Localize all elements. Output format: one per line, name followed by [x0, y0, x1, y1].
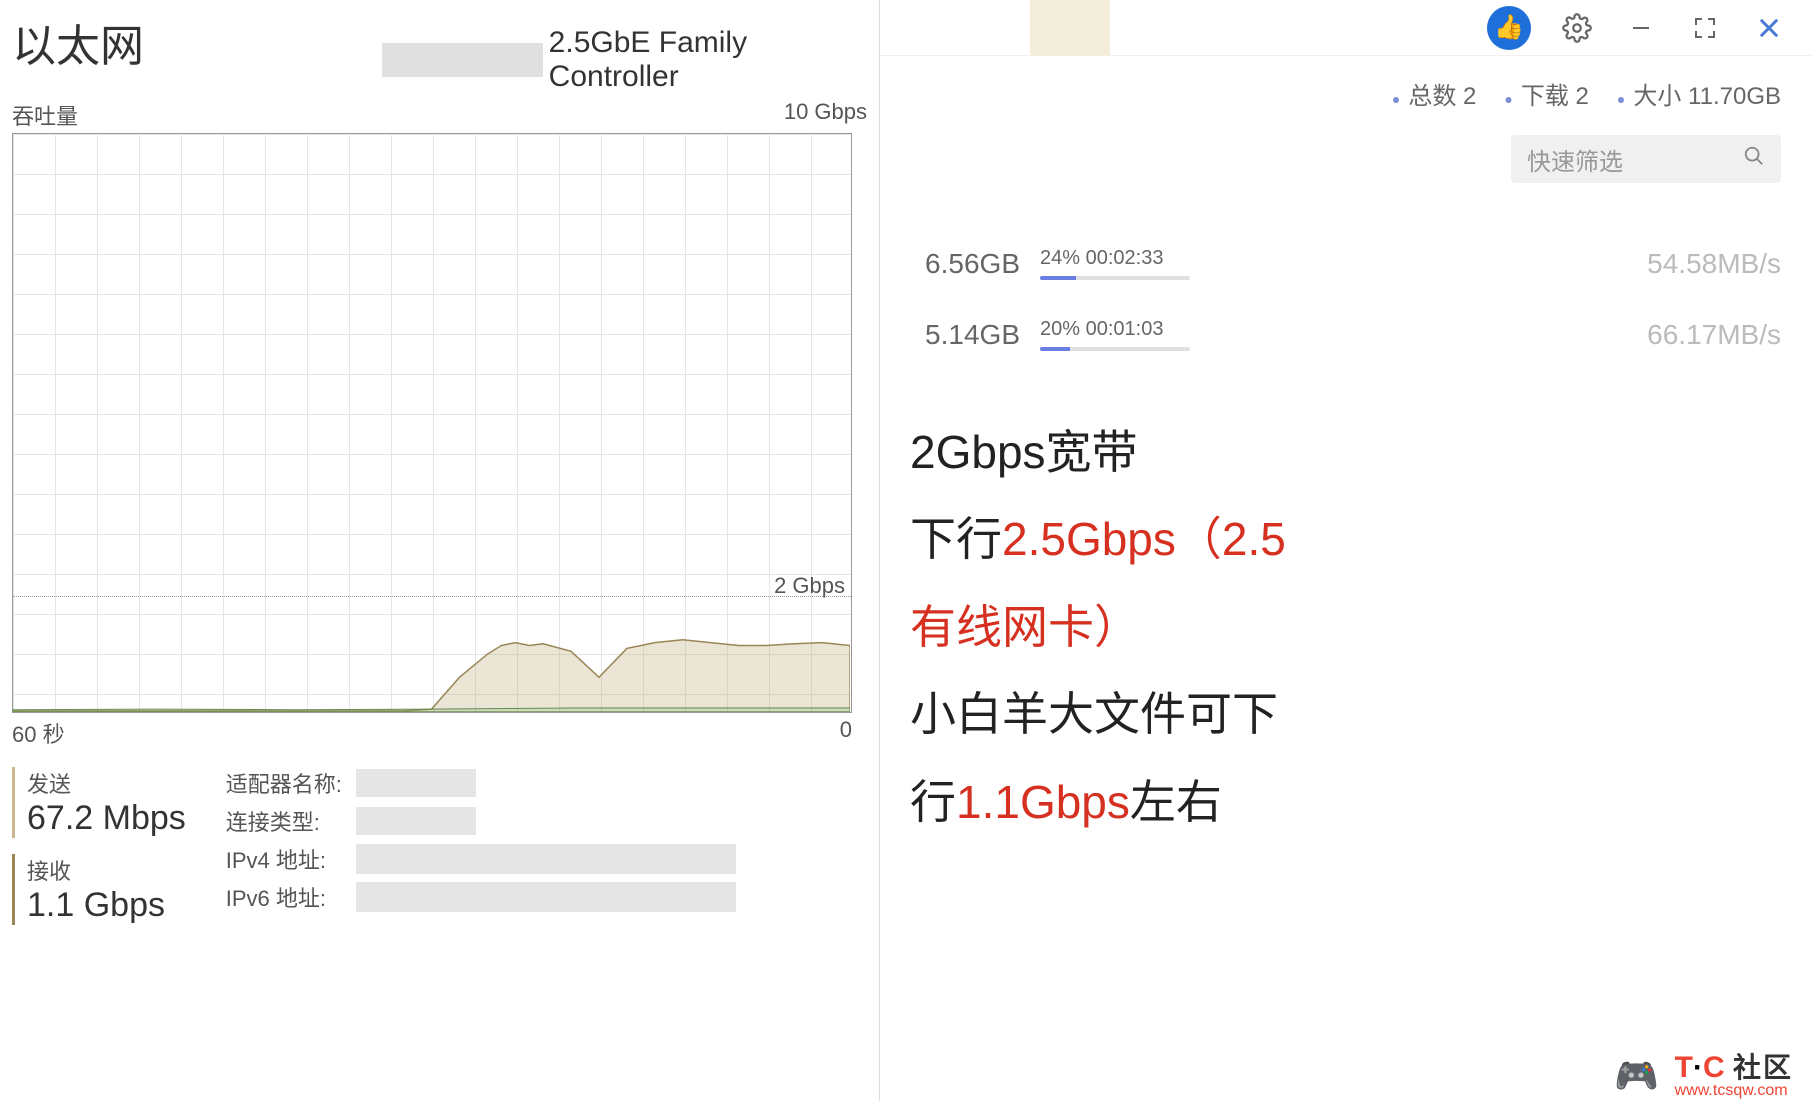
download-panel: 👍 总数 2 [880, 0, 1811, 1101]
chart-marker-line [13, 596, 851, 597]
tab-placeholder[interactable] [1030, 0, 1110, 56]
recv-stat: 接收 1.1 Gbps [12, 854, 186, 925]
download-progress: 20% 00:01:03 [1040, 318, 1190, 351]
annotation-text: 2Gbps宽带 下行2.5Gbps（2.5 有线网卡） 小白羊大文件可下 行1.… [880, 399, 1811, 856]
time-end: 0 [840, 717, 852, 749]
summary-row: 总数 2 下载 2 大小 11.70GB [880, 56, 1811, 121]
minimize-button[interactable] [1623, 10, 1659, 46]
recv-value: 1.1 Gbps [27, 886, 186, 925]
send-label: 发送 [27, 767, 186, 799]
conn-type-label: 连接类型: [226, 805, 356, 837]
conn-type-redacted [356, 807, 476, 835]
ipv4-label: IPv4 地址: [226, 843, 356, 875]
recv-label: 接收 [27, 854, 186, 886]
filter-input[interactable]: 快速筛选 [1511, 135, 1781, 183]
network-monitor-panel: 以太网 2.5GbE Family Controller 吞吐量 10 Gbps… [0, 0, 880, 1101]
maximize-icon [1693, 16, 1717, 40]
ipv6-redacted [356, 882, 736, 912]
conn-type-row: 连接类型: [226, 805, 736, 837]
gear-icon [1562, 13, 1592, 43]
ipv6-row: IPv6 地址: [226, 881, 736, 913]
chart-marker-label: 2 Gbps [774, 573, 845, 599]
time-axis: 60 秒 0 [12, 717, 852, 749]
ann-line: 下行2.5Gbps（2.5 [910, 496, 1781, 583]
maximize-button[interactable] [1687, 10, 1723, 46]
download-size: 6.56GB [910, 248, 1020, 280]
like-button[interactable]: 👍 [1487, 6, 1531, 50]
adapter-name-redacted [356, 769, 476, 797]
filter-placeholder: 快速筛选 [1527, 142, 1623, 177]
download-size: 5.14GB [910, 319, 1020, 351]
titlebar: 👍 [880, 0, 1811, 56]
summary-downloads: 下载 2 [1504, 76, 1589, 111]
download-item[interactable]: 6.56GB 24% 00:02:33 54.58MB/s [910, 247, 1781, 280]
progress-bar-fill [1040, 276, 1076, 280]
throughput-label: 吞吐量 [12, 99, 78, 131]
close-button[interactable] [1751, 10, 1787, 46]
time-start: 60 秒 [12, 717, 65, 749]
thumbs-up-icon: 👍 [1494, 13, 1524, 42]
progress-bar-fill [1040, 347, 1070, 351]
chart-grid [13, 134, 851, 712]
throughput-chart: 2 Gbps [12, 133, 852, 713]
download-speed: 54.58MB/s [1647, 248, 1781, 280]
search-icon [1743, 145, 1765, 174]
ipv6-label: IPv6 地址: [226, 881, 356, 913]
minimize-icon [1629, 16, 1653, 40]
ipv4-redacted [356, 844, 736, 874]
ann-line: 2Gbps宽带 [910, 409, 1781, 496]
settings-button[interactable] [1559, 10, 1595, 46]
adapter-name-row: 适配器名称: [226, 767, 736, 799]
watermark-url: www.tcsqw.com [1675, 1083, 1793, 1099]
download-list: 6.56GB 24% 00:02:33 54.58MB/s 5.14GB 20%… [880, 207, 1811, 399]
ann-line: 小白羊大文件可下 [910, 671, 1781, 758]
watermark: 🎮 T·C 社区 www.tcsqw.com [1607, 1051, 1793, 1101]
adapter-name-label: 适配器名称: [226, 767, 356, 799]
controller-redacted [382, 43, 543, 77]
download-progress: 24% 00:02:33 [1040, 247, 1190, 280]
ipv4-row: IPv4 地址: [226, 843, 736, 875]
throughput-header: 吞吐量 10 Gbps [12, 99, 867, 131]
ann-line: 有线网卡） [910, 584, 1781, 671]
controller-name: 2.5GbE Family Controller [549, 26, 867, 94]
send-stat: 发送 67.2 Mbps [12, 767, 186, 838]
download-speed: 66.17MB/s [1647, 319, 1781, 351]
summary-size: 大小 11.70GB [1617, 76, 1781, 111]
throughput-max: 10 Gbps [784, 99, 867, 131]
send-value: 67.2 Mbps [27, 799, 186, 838]
ann-line: 行1.1Gbps左右 [910, 759, 1781, 846]
close-icon [1755, 14, 1783, 42]
download-item[interactable]: 5.14GB 20% 00:01:03 66.17MB/s [910, 318, 1781, 351]
summary-total: 总数 2 [1392, 76, 1477, 111]
watermark-logo-icon: 🎮 [1607, 1051, 1667, 1101]
